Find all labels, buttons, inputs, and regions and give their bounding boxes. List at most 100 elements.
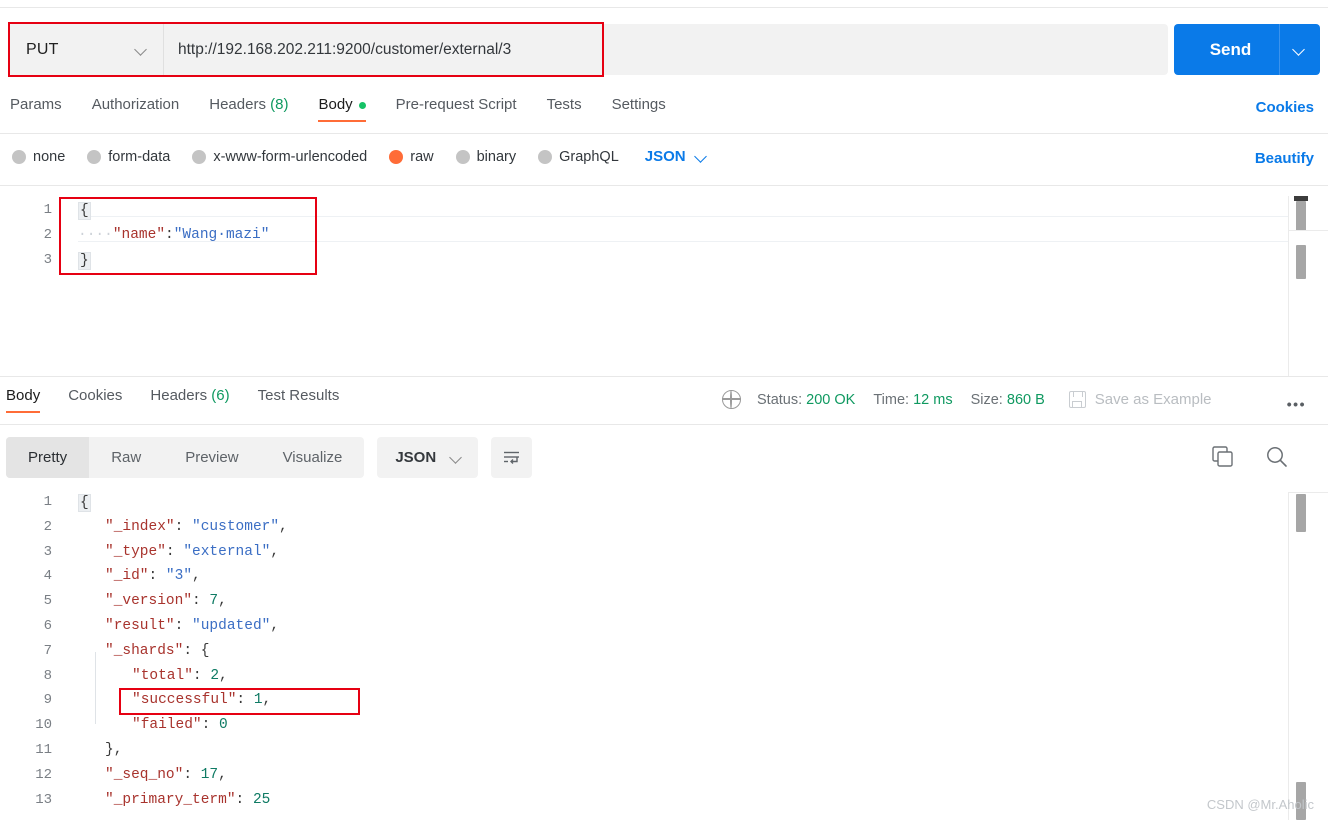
request-tab-authorization[interactable]: Authorization [92, 96, 180, 122]
code-token: "total" [132, 667, 193, 684]
response-tool-icons [1184, 444, 1292, 472]
active-tab-underline [318, 119, 366, 122]
body-type-none[interactable]: none [12, 149, 65, 165]
search-button[interactable] [1264, 444, 1292, 472]
response-scrollbar-thumb[interactable] [1296, 494, 1306, 532]
line-number: 3 [43, 252, 52, 268]
code-token: , [279, 518, 288, 535]
code-token: : [235, 791, 253, 808]
body-type-graphql[interactable]: GraphQL [538, 149, 619, 165]
body-type-radio-group: none form-data x-www-form-urlencoded raw bin… [12, 148, 709, 165]
body-type-form-data[interactable]: form-data [87, 149, 170, 165]
response-tab-test-results[interactable]: Test Results [258, 387, 340, 413]
body-type-label: form-data [108, 148, 171, 165]
code-line: "failed": 0 [132, 717, 228, 733]
response-body-viewer[interactable]: 1 2 3 4 5 6 7 8 9 10 11 12 13 {"_index": "customer",… [0, 486, 1328, 820]
code-token: { [78, 494, 91, 512]
view-mode-raw[interactable]: Raw [89, 437, 163, 478]
tab-label: Test Results [257, 387, 340, 404]
response-format-dropdown[interactable]: JSON [377, 437, 479, 478]
body-type-label: binary [476, 148, 517, 165]
save-as-example-button[interactable]: Save as Example [1068, 391, 1212, 408]
request-tab-settings[interactable]: Settings [612, 96, 666, 122]
request-tabs-divider [0, 133, 1328, 134]
code-token: : [174, 618, 193, 634]
view-mode-visualize[interactable]: Visualize [261, 437, 365, 478]
copy-button[interactable] [1210, 444, 1238, 472]
send-button-label: Send [1209, 39, 1252, 59]
response-tab-cookies[interactable]: Cookies [68, 387, 122, 413]
body-type-binary[interactable]: binary [455, 148, 517, 165]
request-editor-scrollbar-thumb-2[interactable] [1296, 245, 1306, 279]
code-token: "_index" [105, 518, 175, 535]
radio-icon [12, 149, 26, 164]
code-token: "_version" [105, 593, 193, 610]
copy-icon [1212, 446, 1233, 467]
code-line: "_version": 7, [105, 593, 227, 609]
body-type-raw[interactable]: raw [389, 149, 434, 165]
code-token: : [148, 568, 166, 585]
tab-label: Body [6, 387, 41, 404]
code-token: "_seq_no" [105, 766, 184, 783]
tab-label: Headers [209, 96, 266, 113]
annotation-request-body [59, 197, 317, 275]
beautify-link[interactable]: Beautify [1255, 150, 1314, 167]
code-token: "result" [105, 618, 175, 634]
line-number: 1 [43, 494, 52, 510]
code-token: : [183, 766, 201, 783]
body-type-label: x-www-form-urlencoded [213, 148, 368, 165]
size-badge: Size: 860 B [970, 391, 1045, 408]
code-line: "_shards": { [105, 643, 209, 659]
send-options-button[interactable] [1280, 43, 1320, 57]
send-button[interactable]: Send [1174, 24, 1320, 75]
request-tab-pre-request-script[interactable]: Pre-request Script [396, 96, 517, 122]
word-wrap-toggle[interactable] [491, 437, 533, 478]
time-value: 12 ms [913, 391, 953, 408]
view-mode-preview[interactable]: Preview [163, 437, 260, 478]
scrollbar-divider [1288, 196, 1289, 376]
body-type-x-www-form-urlencoded[interactable]: x-www-form-urlencoded [192, 149, 367, 165]
request-tab-tests[interactable]: Tests [547, 96, 582, 122]
response-tab-headers[interactable]: Headers (6) [150, 387, 229, 413]
top-divider [0, 7, 1328, 8]
search-icon [1267, 447, 1287, 467]
code-token: "_primary_term" [105, 791, 236, 808]
watermark: CSDN @Mr.Aholic [1206, 797, 1314, 812]
response-header-divider [0, 424, 1328, 425]
code-token: { [200, 642, 210, 659]
view-mode-pretty[interactable]: Pretty [6, 437, 90, 478]
code-token: : [174, 518, 193, 535]
code-token: , [192, 568, 201, 585]
response-more-actions-button[interactable]: ••• [1287, 396, 1306, 412]
radio-icon [87, 149, 102, 164]
code-token: 17 [200, 766, 219, 783]
response-meta: Status: 200 OK Time: 12 ms Size: 860 B S… [721, 389, 1212, 409]
radio-icon [389, 149, 404, 164]
code-token: 2 [210, 667, 220, 684]
body-options-divider [0, 185, 1328, 186]
annotation-successful-line [119, 688, 360, 715]
body-type-label: none [33, 148, 66, 165]
status-value: 200 OK [806, 391, 856, 408]
request-tab-body[interactable]: Body [318, 96, 366, 122]
code-token: "customer" [192, 518, 280, 535]
raw-format-dropdown[interactable]: JSON [645, 148, 709, 165]
code-token: , [218, 593, 227, 610]
request-tab-params[interactable]: Params [10, 96, 62, 122]
code-line: { [78, 494, 91, 512]
response-tab-body[interactable]: Body [6, 387, 41, 413]
line-number: 8 [43, 667, 52, 684]
request-editor-scrollbar-thumb[interactable] [1296, 201, 1306, 231]
chevron-down-icon [1293, 43, 1307, 57]
view-mode-label: Raw [111, 449, 142, 466]
request-tab-headers[interactable]: Headers (8) [209, 96, 288, 122]
code-token: , [270, 618, 280, 634]
tab-label: Params [10, 96, 62, 113]
response-view-toolbar: Pretty Raw Preview Visualize JSON [6, 437, 533, 478]
line-number: 13 [35, 791, 52, 808]
cookies-link[interactable]: Cookies [1256, 99, 1314, 116]
code-token: 0 [219, 717, 228, 734]
request-tabs: Params Authorization Headers (8) Body Pre-re… [10, 96, 696, 132]
line-number: 7 [43, 642, 52, 659]
time-badge: Time: 12 ms [873, 391, 953, 408]
